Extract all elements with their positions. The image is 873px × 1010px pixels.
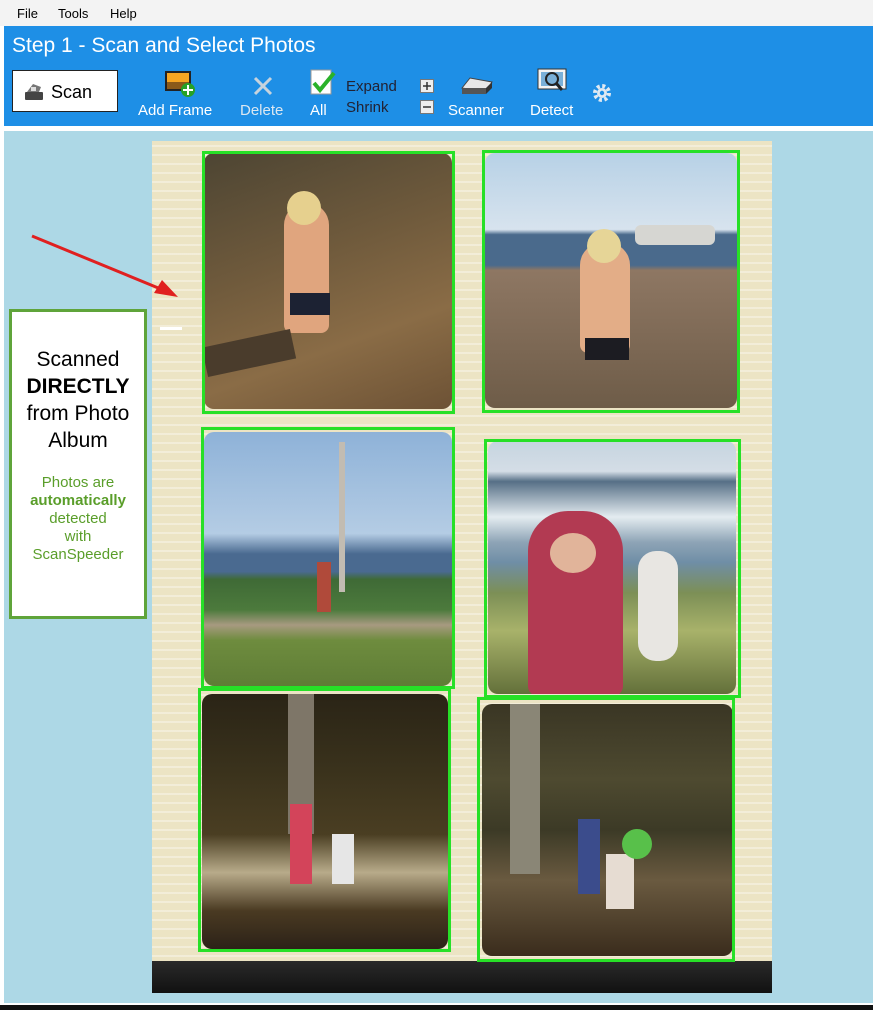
detect-label: Detect	[530, 102, 574, 119]
menu-tools[interactable]: Tools	[58, 6, 88, 21]
detection-frame-1[interactable]	[202, 151, 455, 414]
menu-bar: File Tools Help	[0, 0, 873, 26]
menu-help[interactable]: Help	[110, 6, 137, 21]
bottom-border	[0, 1005, 873, 1010]
add-frame-icon	[165, 71, 195, 97]
check-document-icon	[310, 69, 336, 95]
red-arrow-icon	[31, 234, 178, 297]
expand-label: Expand	[346, 78, 397, 95]
step-title: Step 1 - Scan and Select Photos	[12, 34, 316, 57]
detection-frame-6[interactable]	[477, 697, 735, 962]
callout-subtext: Photos are automatically detected with S…	[30, 474, 126, 563]
detect-magnifier-icon	[537, 68, 567, 91]
shrink-minus-icon[interactable]	[420, 100, 434, 114]
all-label: All	[310, 102, 327, 119]
flatbed-scanner-icon	[461, 77, 493, 94]
scan-button[interactable]: Scan	[12, 70, 118, 112]
add-frame-label: Add Frame	[138, 102, 213, 119]
menu-file[interactable]: File	[17, 6, 38, 21]
detection-frame-2[interactable]	[482, 150, 740, 413]
delete-icon	[253, 76, 273, 96]
expand-plus-icon[interactable]	[420, 79, 434, 93]
scanner-label: Scanner	[448, 102, 504, 119]
scan-label: Scan	[51, 82, 93, 102]
toolbar-panel: Step 1 - Scan and Select Photos Scan Add…	[4, 26, 873, 126]
settings-gear-icon[interactable]	[591, 82, 613, 104]
detection-frame-3[interactable]	[201, 427, 455, 689]
detection-frame-4[interactable]	[484, 439, 741, 698]
info-callout: Scanned DIRECTLY from Photo Album Photos…	[9, 309, 147, 619]
detection-frame-5[interactable]	[198, 688, 451, 952]
shrink-label: Shrink	[346, 99, 389, 116]
scanner-icon	[25, 84, 43, 100]
delete-label: Delete	[240, 102, 284, 119]
callout-heading: Scanned DIRECTLY from Photo Album	[26, 348, 130, 452]
